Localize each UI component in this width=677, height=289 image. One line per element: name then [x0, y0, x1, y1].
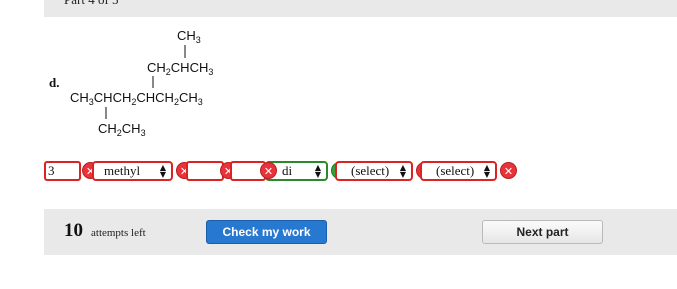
- parent-select-value: (select): [436, 163, 475, 178]
- chemical-structure: CH3 CH2CHCH3 CH3CHCH2CHCH2CH3 CH2CH3: [70, 28, 213, 138]
- incorrect-icon: ✕: [260, 162, 277, 179]
- multiplier-select-value: di: [282, 163, 293, 178]
- locant-input[interactable]: 3: [44, 161, 81, 181]
- select-arrows-icon: ▲ ▼: [483, 163, 490, 179]
- structure-main-chain: CH3CHCH2CHCH2CH3: [70, 90, 203, 107]
- part-header: Part 4 of 5: [64, 0, 119, 8]
- select-arrows-icon: ▲ ▼: [159, 163, 166, 179]
- prefix-select[interactable]: methyl ▲ ▼: [92, 161, 173, 181]
- select-arrows-icon: ▲ ▼: [399, 163, 406, 179]
- answer-row: 3 ✕ methyl ▲▼ ✕ ✕ di ▲▼ ✕ ✓ (select) ▲▼ …: [44, 161, 564, 183]
- check-my-work-button[interactable]: Check my work: [206, 220, 327, 244]
- substituent-select-value: (select): [351, 163, 390, 178]
- structure-top-group: CH3: [177, 28, 201, 45]
- select-arrows-icon: ▲ ▼: [314, 163, 321, 179]
- structure-branch-upper: CH2CHCH3: [147, 60, 213, 77]
- incorrect-icon: ✕: [500, 162, 517, 179]
- prefix-select-value: methyl: [104, 163, 141, 178]
- attempts-label: attempts left: [91, 227, 146, 239]
- next-part-button[interactable]: Next part: [482, 220, 603, 244]
- substituent-select[interactable]: (select) ▲ ▼: [335, 161, 413, 181]
- attempts-count: 10: [64, 220, 83, 241]
- footer-bar: 10 attempts left Check my work Next part: [44, 209, 677, 255]
- top-strip: Part 4 of 5: [44, 0, 677, 17]
- structure-branch-lower: CH2CH3: [98, 121, 146, 138]
- parent-select[interactable]: (select) ▲ ▼: [420, 161, 497, 181]
- locant-input-2[interactable]: [186, 161, 224, 181]
